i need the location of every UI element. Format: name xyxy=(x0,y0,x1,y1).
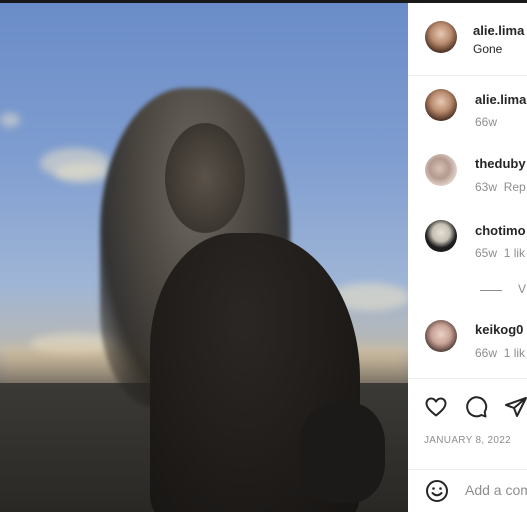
person-face xyxy=(165,123,245,233)
add-comment-bar: Add a com xyxy=(408,469,527,512)
smiley-face-icon[interactable] xyxy=(425,479,449,503)
comments-panel: alie.lima Gone alie.lima 66w theduby 63w… xyxy=(408,3,527,512)
comment-meta: 66w xyxy=(475,115,497,129)
post-header: alie.lima Gone xyxy=(408,3,527,76)
add-comment-input[interactable]: Add a com xyxy=(465,482,527,498)
reply-button[interactable]: Rep xyxy=(504,180,526,194)
comment-username[interactable]: chotimo xyxy=(475,223,526,238)
comment-avatar[interactable] xyxy=(425,220,457,252)
comment-likes[interactable]: 1 lik xyxy=(504,346,525,360)
post-caption: Gone xyxy=(473,42,503,56)
author-username[interactable]: alie.lima xyxy=(473,23,524,38)
comment-time: 66w xyxy=(475,346,498,360)
post-photo[interactable] xyxy=(0,3,408,512)
comment-avatar[interactable] xyxy=(425,154,457,186)
paper-plane-icon[interactable] xyxy=(504,395,527,419)
comment-meta: 63w Rep xyxy=(475,180,526,194)
comment-username[interactable]: alie.lima xyxy=(475,92,526,107)
heart-icon[interactable] xyxy=(424,395,448,419)
comment-username[interactable]: theduby xyxy=(475,156,526,171)
view-replies-line xyxy=(480,290,502,291)
comment-meta: 65w 1 lik xyxy=(475,246,525,260)
comment-time: 66w xyxy=(475,115,498,129)
comment-time: 63w xyxy=(475,180,498,194)
post-date: JANUARY 8, 2022 xyxy=(424,435,511,446)
comment-meta: 66w 1 lik xyxy=(475,346,525,360)
cloud xyxy=(55,163,110,183)
comment-likes[interactable]: 1 lik xyxy=(504,246,525,260)
comment-bubble-icon[interactable] xyxy=(464,395,488,419)
comment-username[interactable]: keikog0 xyxy=(475,322,523,337)
person-arm xyxy=(300,403,385,503)
comment-avatar[interactable] xyxy=(425,320,457,352)
author-avatar[interactable] xyxy=(425,21,457,53)
view-replies-button[interactable]: V xyxy=(518,282,526,296)
comment-time: 65w xyxy=(475,246,498,260)
cloud xyxy=(0,113,20,127)
comment-avatar[interactable] xyxy=(425,89,457,121)
